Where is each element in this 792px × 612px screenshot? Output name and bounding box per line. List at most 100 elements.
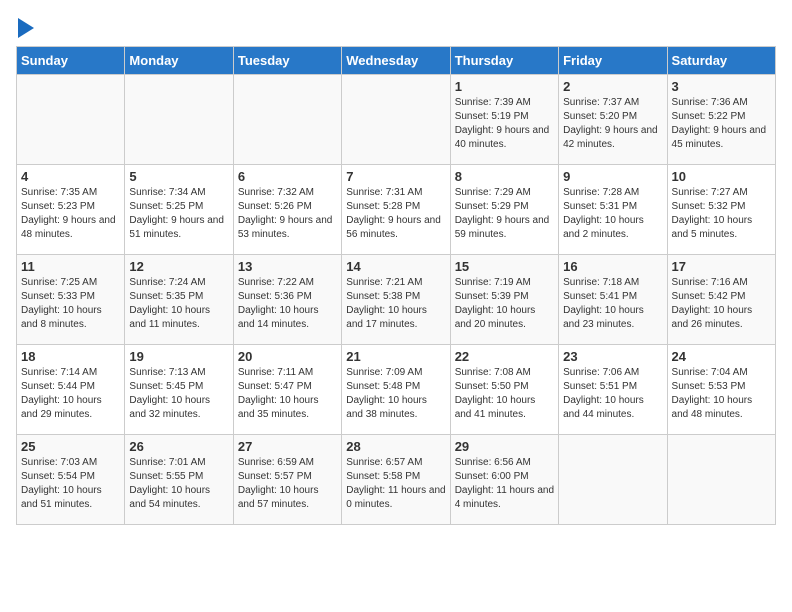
calendar-cell (125, 75, 233, 165)
calendar-week-row: 1 Sunrise: 7:39 AMSunset: 5:19 PMDaylight… (17, 75, 776, 165)
calendar-cell (667, 435, 775, 525)
logo (16, 20, 34, 38)
day-info: Sunrise: 7:28 AMSunset: 5:31 PMDaylight:… (563, 186, 662, 242)
day-number: 15 (455, 259, 554, 274)
day-number: 3 (672, 79, 771, 94)
day-info: Sunrise: 7:06 AMSunset: 5:51 PMDaylight:… (563, 366, 662, 422)
calendar-cell: 11Sunrise: 7:25 AMSunset: 5:33 PMDayligh… (17, 255, 125, 345)
day-info: Sunrise: 7:31 AMSunset: 5:28 PMDaylight:… (346, 186, 445, 242)
day-header-saturday: Saturday (667, 47, 775, 75)
calendar-cell: 26 Sunrise: 7:01 AMSunset: 5:55 PMDayligh… (125, 435, 233, 525)
calendar-cell: 18 Sunrise: 7:14 AMSunset: 5:44 PMDayligh… (17, 345, 125, 435)
day-number: 26 (129, 439, 228, 454)
day-number: 28 (346, 439, 445, 454)
day-header-wednesday: Wednesday (342, 47, 450, 75)
day-info: Sunrise: 6:59 AMSunset: 5:57 PMDaylight:… (238, 456, 337, 512)
calendar-cell (342, 75, 450, 165)
day-info: Sunrise: 7:04 AMSunset: 5:53 PMDaylight:… (672, 366, 771, 422)
day-info: Sunrise: 6:57 AMSunset: 5:58 PMDaylight:… (346, 456, 445, 512)
day-number: 24 (672, 349, 771, 364)
day-number: 4 (21, 169, 120, 184)
day-number: 8 (455, 169, 554, 184)
calendar-cell: 19 Sunrise: 7:13 AMSunset: 5:45 PMDayligh… (125, 345, 233, 435)
day-number: 20 (238, 349, 337, 364)
calendar-cell: 23 Sunrise: 7:06 AMSunset: 5:51 PMDayligh… (559, 345, 667, 435)
day-number: 21 (346, 349, 445, 364)
calendar-cell: 27 Sunrise: 6:59 AMSunset: 5:57 PMDayligh… (233, 435, 341, 525)
day-number: 2 (563, 79, 662, 94)
day-info: Sunrise: 7:09 AMSunset: 5:48 PMDaylight:… (346, 366, 445, 422)
calendar-cell: 2Sunrise: 7:37 AMSunset: 5:20 PMDaylight… (559, 75, 667, 165)
day-number: 10 (672, 169, 771, 184)
calendar-cell: 24 Sunrise: 7:04 AMSunset: 5:53 PMDayligh… (667, 345, 775, 435)
day-header-friday: Friday (559, 47, 667, 75)
calendar-cell: 9 Sunrise: 7:28 AMSunset: 5:31 PMDaylight… (559, 165, 667, 255)
day-info: Sunrise: 7:27 AMSunset: 5:32 PMDaylight:… (672, 186, 771, 242)
day-info: Sunrise: 7:16 AMSunset: 5:42 PMDaylight:… (672, 276, 771, 332)
day-number: 12 (129, 259, 228, 274)
day-info: Sunrise: 7:18 AMSunset: 5:41 PMDaylight:… (563, 276, 662, 332)
day-number: 14 (346, 259, 445, 274)
calendar-cell (17, 75, 125, 165)
calendar-cell: 13 Sunrise: 7:22 AMSunset: 5:36 PMDayligh… (233, 255, 341, 345)
day-info: Sunrise: 7:08 AMSunset: 5:50 PMDaylight:… (455, 366, 554, 422)
day-number: 13 (238, 259, 337, 274)
logo-arrow-icon (18, 18, 34, 38)
day-info: Sunrise: 7:24 AMSunset: 5:35 PMDaylight:… (129, 276, 228, 332)
day-number: 18 (21, 349, 120, 364)
day-header-sunday: Sunday (17, 47, 125, 75)
day-header-monday: Monday (125, 47, 233, 75)
day-info: Sunrise: 7:21 AMSunset: 5:38 PMDaylight:… (346, 276, 445, 332)
day-number: 25 (21, 439, 120, 454)
calendar-week-row: 25 Sunrise: 7:03 AMSunset: 5:54 PMDayligh… (17, 435, 776, 525)
calendar-cell: 17Sunrise: 7:16 AMSunset: 5:42 PMDayligh… (667, 255, 775, 345)
calendar-table: SundayMondayTuesdayWednesdayThursdayFrid… (16, 46, 776, 525)
day-info: Sunrise: 6:56 AMSunset: 6:00 PMDaylight:… (455, 456, 554, 512)
day-number: 1 (455, 79, 554, 94)
calendar-cell: 10 Sunrise: 7:27 AMSunset: 5:32 PMDayligh… (667, 165, 775, 255)
calendar-cell: 25 Sunrise: 7:03 AMSunset: 5:54 PMDayligh… (17, 435, 125, 525)
calendar-cell: 15 Sunrise: 7:19 AMSunset: 5:39 PMDayligh… (450, 255, 558, 345)
day-number: 22 (455, 349, 554, 364)
day-number: 29 (455, 439, 554, 454)
day-info: Sunrise: 7:13 AMSunset: 5:45 PMDaylight:… (129, 366, 228, 422)
calendar-cell: 22 Sunrise: 7:08 AMSunset: 5:50 PMDayligh… (450, 345, 558, 435)
calendar-cell: 29 Sunrise: 6:56 AMSunset: 6:00 PMDayligh… (450, 435, 558, 525)
calendar-cell: 5 Sunrise: 7:34 AMSunset: 5:25 PMDaylight… (125, 165, 233, 255)
calendar-cell: 8 Sunrise: 7:29 AMSunset: 5:29 PMDaylight… (450, 165, 558, 255)
day-info: Sunrise: 7:32 AMSunset: 5:26 PMDaylight:… (238, 186, 337, 242)
calendar-cell: 21 Sunrise: 7:09 AMSunset: 5:48 PMDayligh… (342, 345, 450, 435)
day-number: 7 (346, 169, 445, 184)
day-number: 16 (563, 259, 662, 274)
page-header (16, 16, 776, 38)
calendar-cell: 14 Sunrise: 7:21 AMSunset: 5:38 PMDayligh… (342, 255, 450, 345)
day-number: 27 (238, 439, 337, 454)
day-info: Sunrise: 7:39 AMSunset: 5:19 PMDaylight:… (455, 96, 554, 152)
day-number: 6 (238, 169, 337, 184)
day-info: Sunrise: 7:14 AMSunset: 5:44 PMDaylight:… (21, 366, 120, 422)
calendar-week-row: 11Sunrise: 7:25 AMSunset: 5:33 PMDayligh… (17, 255, 776, 345)
day-number: 19 (129, 349, 228, 364)
calendar-cell: 3 Sunrise: 7:36 AMSunset: 5:22 PMDaylight… (667, 75, 775, 165)
day-number: 9 (563, 169, 662, 184)
calendar-cell: 16 Sunrise: 7:18 AMSunset: 5:41 PMDayligh… (559, 255, 667, 345)
day-info: Sunrise: 7:22 AMSunset: 5:36 PMDaylight:… (238, 276, 337, 332)
day-info: Sunrise: 7:36 AMSunset: 5:22 PMDaylight:… (672, 96, 771, 152)
calendar-cell: 4 Sunrise: 7:35 AMSunset: 5:23 PMDaylight… (17, 165, 125, 255)
calendar-cell: 28 Sunrise: 6:57 AMSunset: 5:58 PMDayligh… (342, 435, 450, 525)
day-number: 5 (129, 169, 228, 184)
day-info: Sunrise: 7:19 AMSunset: 5:39 PMDaylight:… (455, 276, 554, 332)
calendar-cell: 12 Sunrise: 7:24 AMSunset: 5:35 PMDayligh… (125, 255, 233, 345)
day-info: Sunrise: 7:29 AMSunset: 5:29 PMDaylight:… (455, 186, 554, 242)
calendar-header-row: SundayMondayTuesdayWednesdayThursdayFrid… (17, 47, 776, 75)
day-header-thursday: Thursday (450, 47, 558, 75)
calendar-cell: 20Sunrise: 7:11 AMSunset: 5:47 PMDayligh… (233, 345, 341, 435)
calendar-week-row: 4 Sunrise: 7:35 AMSunset: 5:23 PMDaylight… (17, 165, 776, 255)
day-number: 11 (21, 259, 120, 274)
day-info: Sunrise: 7:03 AMSunset: 5:54 PMDaylight:… (21, 456, 120, 512)
day-info: Sunrise: 7:34 AMSunset: 5:25 PMDaylight:… (129, 186, 228, 242)
day-number: 23 (563, 349, 662, 364)
calendar-week-row: 18 Sunrise: 7:14 AMSunset: 5:44 PMDayligh… (17, 345, 776, 435)
day-info: Sunrise: 7:35 AMSunset: 5:23 PMDaylight:… (21, 186, 120, 242)
day-info: Sunrise: 7:01 AMSunset: 5:55 PMDaylight:… (129, 456, 228, 512)
